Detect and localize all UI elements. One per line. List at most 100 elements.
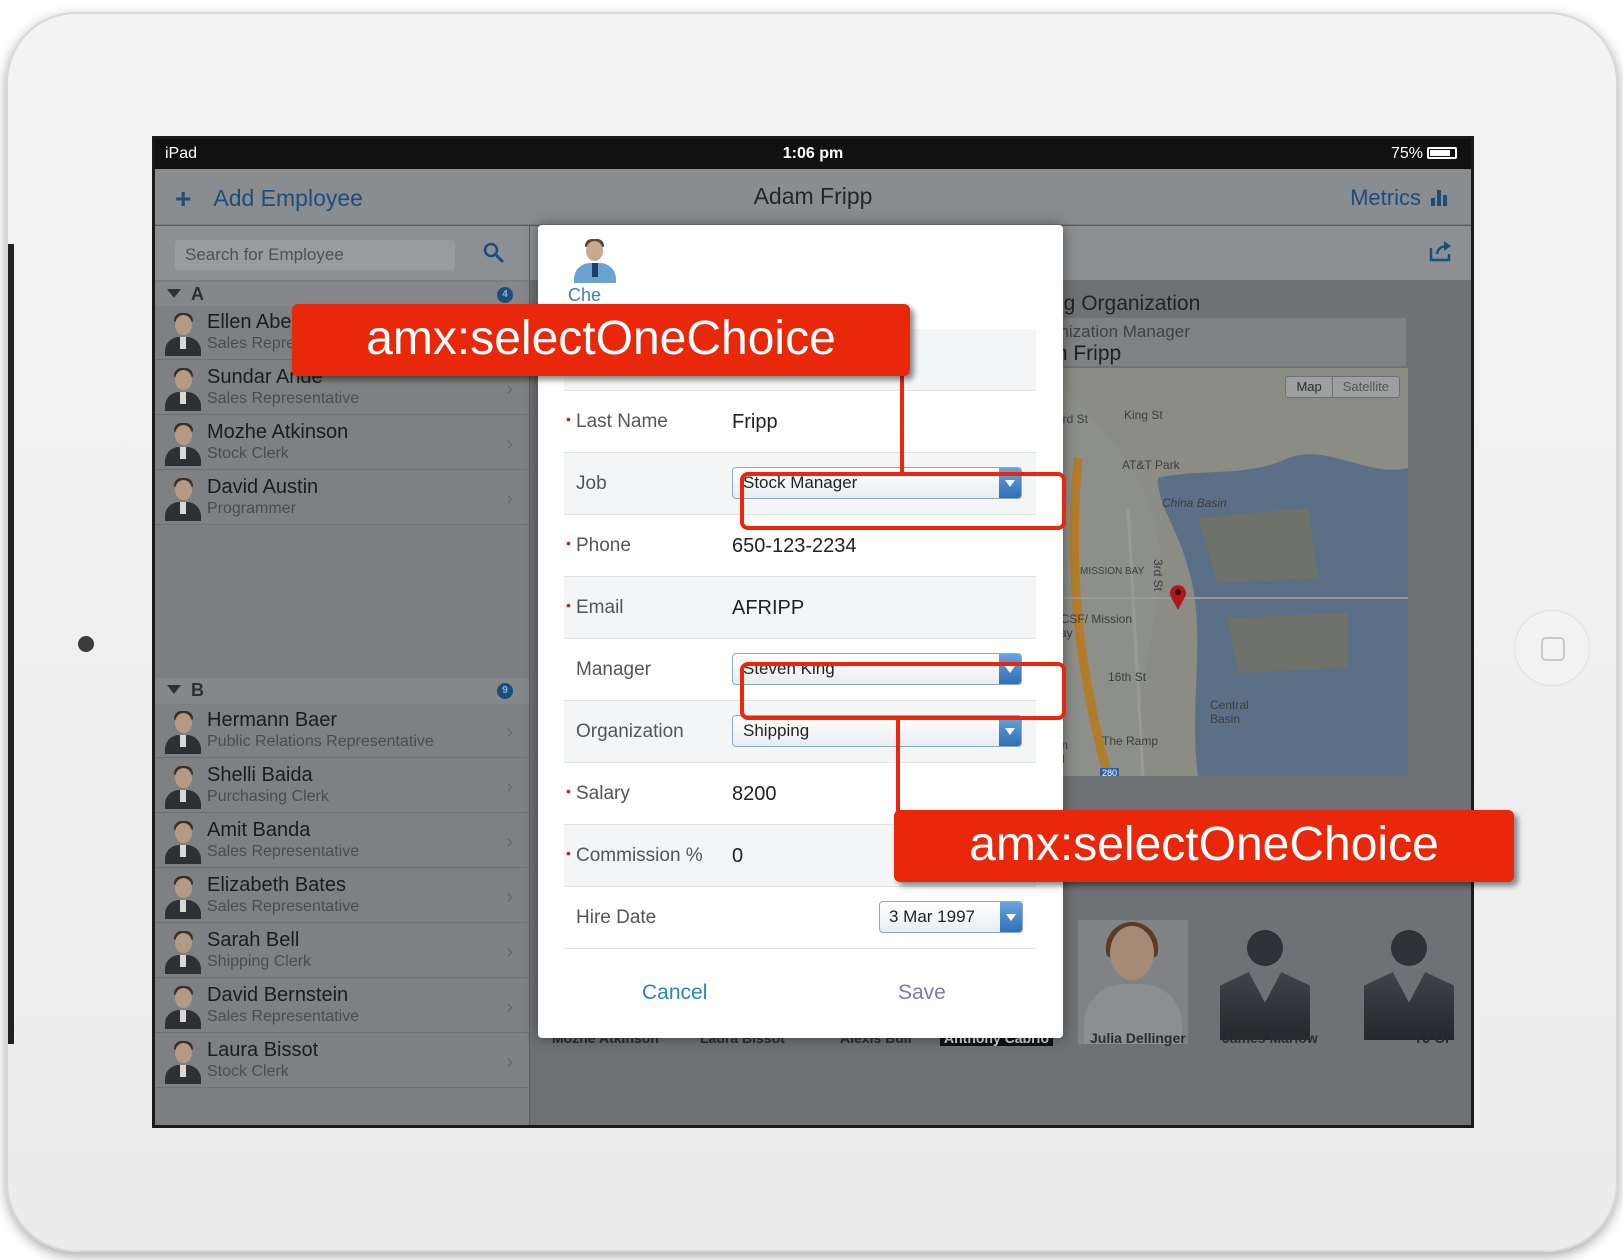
field-value[interactable]: Fripp [732,411,778,434]
employee-title: Public Relations Representative [207,733,434,750]
chevron-right-icon: › [506,488,513,510]
field-value[interactable]: 0 [732,845,743,868]
metrics-label: Metrics [1350,185,1421,210]
required-marker: • [566,783,571,799]
cancel-button[interactable]: Cancel [642,981,707,1005]
stage: iPad 1:06 pm 75% + Add Employee Adam Frip… [0,0,1623,1260]
list-item[interactable]: Mozhe Atkinson Stock Clerk › [155,416,529,470]
collapse-triangle-icon [167,685,181,694]
status-time: 1:06 pm [782,145,844,162]
chevron-right-icon: › [506,378,513,400]
list-item[interactable]: Shelli Baida Purchasing Clerk › [155,759,529,813]
employee-title: Stock Clerk [207,1063,289,1080]
chevron-right-icon: › [506,831,513,853]
home-square-icon [1541,637,1565,661]
callout-connector [896,720,900,812]
date-value: 3 Mar 1997 [889,907,975,926]
employee-title: Programmer [207,500,296,517]
home-button[interactable] [1514,610,1590,686]
employee-name: David Bernstein [207,984,349,1006]
thumbnail-label[interactable]: James Marlow [1222,1030,1318,1046]
avatar [163,765,203,809]
avatar [163,1040,203,1084]
list-item[interactable]: David Bernstein Sales Representative › [155,979,529,1033]
field-value[interactable]: AFRIPP [732,597,804,620]
battery-status: 75% [1391,145,1457,163]
avatar [163,820,203,864]
list-item[interactable]: Laura Bissot Stock Clerk › [155,1034,529,1088]
map-label: MISSION BAY [1080,566,1145,577]
map-label: China Basin [1162,496,1227,510]
employee-title: Sales Representative [207,1008,360,1025]
share-icon[interactable] [1429,240,1453,262]
employee-title: Sales Representative [207,390,360,407]
thumbnail-label[interactable]: TJ Ol [1414,1030,1449,1046]
date-picker[interactable]: 3 Mar 1997 [879,901,1023,933]
person-placeholder-icon[interactable] [1364,930,1454,1040]
required-marker: • [566,535,571,551]
employee-name: Mozhe Atkinson [207,421,349,443]
employee-name: Ellen Abel [207,311,296,333]
popup-tab[interactable]: Che [568,285,601,306]
callout-connector [900,376,904,472]
field-value[interactable]: 650-123-2234 [732,535,857,558]
list-item[interactable]: Elizabeth Bates Sales Representative › [155,869,529,923]
employee-photo[interactable] [1078,920,1188,1044]
metrics-button[interactable]: Metrics [1350,185,1447,211]
form-row: Hire Date 3 Mar 1997 [564,887,1036,949]
person-placeholder-icon[interactable] [1220,930,1310,1040]
map-label: UCSF/ Mission Bay [1052,612,1133,640]
required-marker: • [566,597,571,613]
employee-name: Elizabeth Bates [207,874,346,896]
search-icon[interactable] [483,242,505,264]
collapse-triangle-icon [167,289,181,298]
field-label: Phone [576,535,631,556]
satellite-option[interactable]: Satellite [1331,377,1399,397]
list-item[interactable]: Amit Banda Sales Representative › [155,814,529,868]
section-letter: A [191,284,204,304]
dropdown-arrow-icon [999,716,1021,746]
bar-chart-icon [1431,190,1447,206]
employee-name: Sarah Bell [207,929,300,951]
list-item[interactable]: Hermann Baer Public Relations Representat… [155,704,529,758]
field-label: Hire Date [576,907,657,928]
map-label: The Ramp [1102,734,1159,748]
callout-label: amx:selectOneChoice [894,810,1514,882]
avatar [163,710,203,754]
page-title: Adam Fripp [753,183,873,209]
location-map[interactable]: Map Satellite King St 3rd St AT&T Park C… [1048,368,1408,776]
avatar [163,477,203,521]
section-count-badge: 4 [497,287,513,303]
menu-icon[interactable] [161,1126,213,1128]
list-item[interactable]: David Austin Programmer › [155,471,529,525]
avatar [163,930,203,974]
save-button[interactable]: Save [898,981,946,1005]
battery-icon [1427,147,1457,159]
employee-name: David Austin [207,476,319,498]
chevron-right-icon: › [506,433,513,455]
org-role: anization Manager [1050,322,1190,341]
search-input[interactable]: Search for Employee [175,240,455,270]
thumbnail-label[interactable]: Julia Dellinger [1090,1030,1186,1046]
form-row: • Email AFRIPP [564,577,1036,639]
field-label: Salary [576,783,630,804]
map-label: Central Basin [1210,698,1249,726]
highway-shield: 280 [1100,768,1120,776]
nav-bar: + Add Employee Adam Fripp Metrics [155,169,1471,225]
section-header[interactable]: B9 [155,678,529,704]
map-option[interactable]: Map [1286,377,1331,397]
select-value: Shipping [743,721,810,740]
avatar [163,367,203,411]
org-card[interactable]: anization Manager m Fripp [1050,318,1406,366]
employee-title: Purchasing Clerk [207,788,329,805]
employee-title: Sales Representative [207,898,360,915]
employee-title: Shipping Clerk [207,953,312,970]
required-marker: • [566,411,571,427]
list-item[interactable]: Sarah Bell Shipping Clerk › [155,924,529,978]
map-pin-icon[interactable] [1168,584,1188,610]
map-type-toggle[interactable]: Map Satellite [1285,376,1400,398]
employee-title: Sales Representative [207,843,360,860]
map-label: King St [1124,408,1163,422]
employee-name: Laura Bissot [207,1039,319,1061]
field-value[interactable]: 8200 [732,783,777,806]
